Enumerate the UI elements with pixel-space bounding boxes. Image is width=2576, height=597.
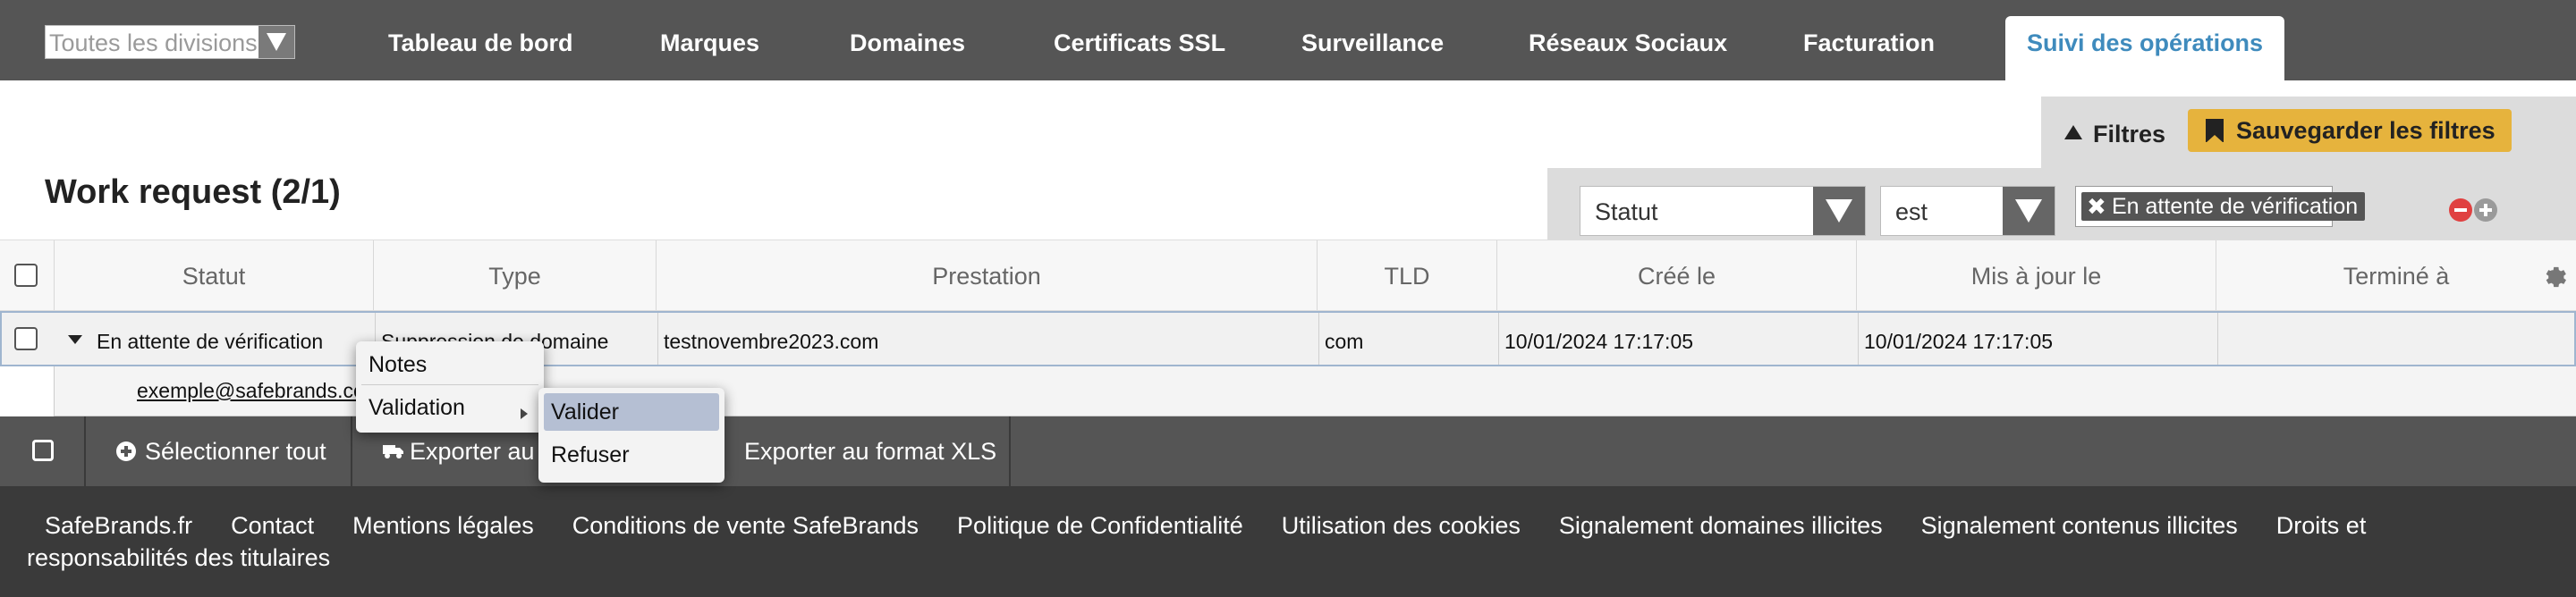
- division-select-value: Toutes les divisions: [49, 29, 257, 56]
- footer-link-mentions-legales[interactable]: Mentions légales: [352, 512, 534, 539]
- add-filter-icon[interactable]: [2474, 198, 2497, 222]
- nav-suivi-des-operations[interactable]: Suivi des opérations: [2005, 16, 2285, 80]
- cell-tld: com: [1318, 313, 1498, 365]
- column-header-termine-a[interactable]: Terminé à: [2216, 240, 2576, 310]
- footer-link-cookies[interactable]: Utilisation des cookies: [1282, 512, 1521, 539]
- bulk-select-checkbox[interactable]: [32, 440, 54, 461]
- row-email-link[interactable]: exemple@safebrands.com: [137, 379, 382, 403]
- cell-mis-a-jour-le: 10/01/2024 17:17:05: [1858, 313, 2217, 365]
- footer-links: SafeBrands.fr Contact Mentions légales Cond…: [27, 509, 2442, 574]
- filter-value-tag: ✖ En attente de vérification: [2081, 192, 2366, 221]
- menu-item-valider[interactable]: Valider: [551, 393, 619, 431]
- footer-link-signalement-domaines[interactable]: Signalement domaines illicites: [1559, 512, 1883, 539]
- chevron-down-icon[interactable]: [1813, 187, 1865, 235]
- nav-certificats-ssl[interactable]: Certificats SSL: [1054, 0, 1225, 80]
- filter-value-input[interactable]: ✖ En attente de vérification: [2075, 186, 2366, 227]
- table-header: Statut Type Prestation TLD Créé le Mis à…: [0, 240, 2576, 311]
- column-header-type[interactable]: Type: [373, 240, 656, 310]
- footer-link-safebrands[interactable]: SafeBrands.fr: [45, 512, 192, 539]
- menu-item-refuser[interactable]: Refuser: [551, 436, 630, 474]
- chevron-down-icon[interactable]: [2003, 187, 2055, 235]
- save-filters-button[interactable]: Sauvegarder les filtres: [2188, 109, 2512, 152]
- cell-prestation: testnovembre2023.com: [657, 313, 1318, 365]
- chevron-down-icon[interactable]: [258, 26, 294, 58]
- bulk-checkbox-segment: [0, 416, 86, 486]
- select-all-button[interactable]: Sélectionner tout: [145, 416, 326, 486]
- plus-circle-icon: [116, 441, 136, 461]
- filters-label[interactable]: Filtres: [2093, 116, 2165, 152]
- filters-panel-header: Filtres Sauvegarder les filtres: [2041, 97, 2576, 168]
- filter-field-select[interactable]: Statut: [1580, 186, 1866, 236]
- export-xls-button[interactable]: Exporter au format XLS: [744, 416, 996, 486]
- remove-tag-icon[interactable]: ✖: [2087, 192, 2106, 221]
- nav-marques[interactable]: Marques: [660, 0, 759, 80]
- gear-icon[interactable]: [2540, 262, 2567, 289]
- menu-item-validation[interactable]: Validation: [369, 390, 465, 425]
- column-header-mis-a-jour-le[interactable]: Mis à jour le: [1856, 240, 2216, 310]
- cell-termine-a: [2217, 313, 2574, 365]
- column-header-tld[interactable]: TLD: [1317, 240, 1496, 310]
- submenu-arrow-icon: [521, 408, 528, 419]
- menu-divider: [361, 384, 538, 385]
- select-all-checkbox[interactable]: [14, 264, 38, 287]
- filter-row: Statut est ✖ En attente de vérification: [1547, 168, 2576, 240]
- truck-icon: [383, 445, 403, 458]
- footer-link-conditions-de-vente[interactable]: Conditions de vente SafeBrands: [572, 512, 919, 539]
- column-header-prestation[interactable]: Prestation: [656, 240, 1317, 310]
- row-context-menu: Notes Validation: [356, 341, 544, 433]
- nav-reseaux-sociaux[interactable]: Réseaux Sociaux: [1529, 0, 1727, 80]
- bookmark-icon: [2206, 119, 2224, 143]
- filter-field-value: Statut: [1595, 198, 1658, 225]
- top-nav: Toutes les divisions Tableau de bord Mar…: [0, 0, 2576, 80]
- footer: SafeBrands.fr Contact Mentions légales Cond…: [0, 486, 2576, 597]
- division-select[interactable]: Toutes les divisions: [45, 25, 295, 59]
- cell-statut: En attente de vérification: [97, 330, 324, 353]
- footer-link-signalement-contenus[interactable]: Signalement contenus illicites: [1921, 512, 2238, 539]
- filter-operator-select[interactable]: est: [1880, 186, 2055, 236]
- save-filters-label: Sauvegarder les filtres: [2236, 117, 2496, 144]
- nav-domaines[interactable]: Domaines: [850, 0, 965, 80]
- nav-surveillance[interactable]: Surveillance: [1301, 0, 1444, 80]
- cell-cree-le: 10/01/2024 17:17:05: [1498, 313, 1858, 365]
- nav-tableau-de-bord[interactable]: Tableau de bord: [388, 0, 573, 80]
- collapse-triangle-icon[interactable]: [2064, 125, 2082, 139]
- row-checkbox[interactable]: [14, 327, 38, 350]
- expand-row-icon[interactable]: [68, 335, 82, 344]
- nav-facturation[interactable]: Facturation: [1803, 0, 1935, 80]
- footer-link-politique-confidentialite[interactable]: Politique de Confidentialité: [957, 512, 1243, 539]
- filter-value-tag-label: En attente de vérification: [2112, 194, 2359, 219]
- validation-submenu: Valider Refuser: [538, 388, 724, 483]
- column-header-statut[interactable]: Statut: [54, 240, 373, 310]
- filter-operator-value: est: [1895, 198, 1928, 225]
- footer-link-contact[interactable]: Contact: [231, 512, 314, 539]
- remove-filter-icon[interactable]: [2449, 198, 2472, 222]
- menu-item-notes[interactable]: Notes: [369, 347, 427, 383]
- column-header-cree-le[interactable]: Créé le: [1496, 240, 1856, 310]
- page-title: Work request (2/1): [45, 173, 341, 211]
